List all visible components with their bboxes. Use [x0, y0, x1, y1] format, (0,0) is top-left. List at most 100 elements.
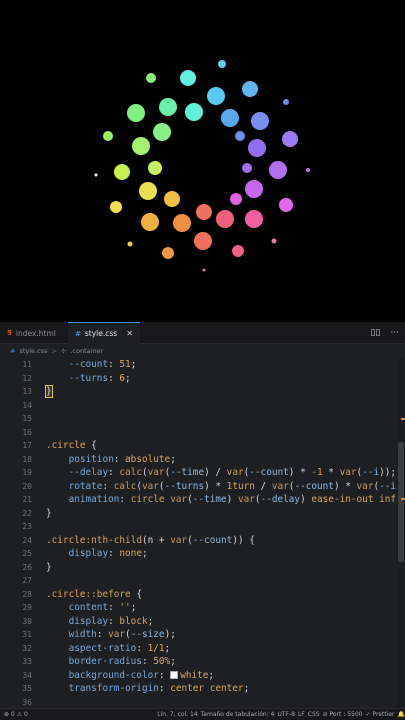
code-area[interactable]: 11 --count: 51; 12 --turns: 6; 13} 14 15 16 17… — [0, 358, 405, 708]
preview-dot — [245, 210, 263, 228]
code-line[interactable]: 13} — [0, 385, 405, 399]
code-token: none — [119, 548, 142, 559]
code-token: var — [170, 534, 188, 546]
code-line[interactable]: 19 --delay: calc(var(--time) / var(--cou… — [0, 466, 405, 480]
preview-canvas — [94, 60, 310, 272]
code-token: transform-origin — [68, 683, 159, 694]
line-text: --count: 51; — [46, 358, 137, 372]
code-token: : — [108, 359, 120, 370]
code-line[interactable]: 22} — [0, 507, 405, 521]
code-token: border-radius — [68, 656, 142, 667]
code-line[interactable]: 20 rotate: calc(var(--turns) * 1turn / v… — [0, 480, 405, 494]
code-token: rotate — [68, 480, 103, 492]
code-token: ; — [243, 683, 250, 694]
code-token: : — [108, 372, 120, 384]
code-line[interactable]: 14 — [0, 399, 405, 413]
prettier-status[interactable]: ✓ Prettier — [366, 711, 395, 718]
line-number: 14 — [22, 400, 32, 410]
code-line[interactable]: 18 position: absolute; — [0, 453, 405, 467]
line-number: 27 — [22, 576, 32, 585]
code-token: ::before — [85, 588, 131, 600]
code-token: : — [108, 467, 120, 478]
tab-index-html[interactable]: 5 index.html — [0, 322, 68, 344]
code-line[interactable]: 26} — [0, 561, 405, 575]
close-icon[interactable]: ✕ — [126, 329, 133, 338]
more-actions-icon[interactable]: ··· — [390, 328, 399, 338]
code-token: --time — [192, 494, 227, 505]
preview-dot — [251, 112, 269, 130]
bell-icon[interactable]: 🔔 — [398, 711, 405, 718]
line-number: 36 — [22, 697, 32, 707]
preview-dot — [218, 60, 226, 68]
split-editor-icon[interactable]: ▯▯ — [371, 328, 381, 338]
code-line[interactable]: 12 --turns: 6; — [0, 372, 405, 386]
tab-style-css[interactable]: # style.css ✕ — [68, 322, 140, 344]
line-number: 20 — [22, 481, 32, 491]
cursor-position[interactable]: Lín. 7, col. 14 — [157, 711, 197, 718]
code-token: calc — [119, 467, 142, 478]
code-line[interactable]: 32 aspect-ratio: 1/1; — [0, 642, 405, 656]
problems-indicator[interactable]: ⊗ 0 ⚠ 0 — [4, 711, 28, 718]
line-text: background-color: white; — [46, 669, 215, 683]
code-token: background-color — [68, 669, 159, 681]
vertical-scrollbar[interactable] — [397, 358, 405, 708]
color-swatch[interactable] — [170, 670, 179, 679]
selector-icon: ⊹ — [60, 347, 67, 355]
preview-dot — [164, 191, 180, 207]
code-token: ; — [208, 669, 215, 681]
language-mode[interactable]: CSS — [308, 711, 320, 718]
preview-dot — [180, 70, 196, 86]
preview-dot — [159, 98, 177, 116]
code-token: calc — [113, 480, 137, 492]
code-line[interactable]: 33 border-radius: 50%; — [0, 655, 405, 669]
line-number: 26 — [22, 562, 32, 572]
line-number: 34 — [22, 670, 32, 680]
live-server-port[interactable]: ⊘ Port : 5500 — [323, 711, 363, 718]
code-line[interactable]: 30 display: block; — [0, 615, 405, 629]
code-token: --turns — [68, 372, 109, 384]
code-token: var — [237, 494, 255, 505]
code-line[interactable]: 23 — [0, 520, 405, 534]
code-line[interactable]: 24 .circle:nth-child(n + var(--count)) { — [0, 534, 405, 548]
tab-size[interactable]: Tamaño de tabulación: 4 — [201, 711, 275, 718]
breadcrumb-file[interactable]: style.css — [19, 347, 47, 355]
code-token: .circle — [46, 534, 86, 546]
code-token: aspect-ratio — [68, 642, 137, 654]
code-line[interactable]: 28 .circle::before { — [0, 588, 405, 602]
code-token: ease-in-out infi — [311, 494, 402, 505]
code-token: absolute — [125, 453, 171, 465]
preview-dot — [242, 163, 252, 173]
code-line[interactable]: 31 width: var(--size); — [0, 628, 405, 642]
code-token: 50% — [153, 656, 171, 667]
breadcrumb-selector[interactable]: .container — [70, 347, 103, 355]
code-line[interactable]: 29 content: ''; — [0, 601, 405, 615]
code-line[interactable]: 25 display: none; — [0, 547, 405, 561]
code-token: ; — [141, 548, 148, 559]
code-line[interactable]: 21 animation: circle var(--time) var(--d… — [0, 493, 405, 507]
code-line[interactable]: 11 --count: 51; — [0, 358, 405, 372]
end-of-line[interactable]: LF — [298, 711, 305, 718]
code-line[interactable]: 27 — [0, 574, 405, 588]
line-number: 15 — [22, 414, 32, 423]
code-line[interactable]: 34 background-color: white; — [0, 669, 405, 683]
preview-dot — [221, 109, 239, 127]
code-line[interactable]: 35 transform-origin: center center; — [0, 682, 405, 696]
code-line[interactable]: 17 .circle { — [0, 439, 405, 453]
code-line[interactable]: 36 — [0, 696, 405, 709]
scrollbar-thumb[interactable] — [398, 442, 404, 562]
line-text: --turns: 6; — [46, 372, 131, 386]
code-line[interactable]: 15 — [0, 412, 405, 426]
code-token: width — [68, 629, 97, 640]
preview-dot — [235, 131, 245, 141]
code-editor: 5 index.html # style.css ✕ ▯▯ ··· # styl… — [0, 322, 405, 720]
line-text: --delay: calc(var(--time) / var(--count)… — [46, 466, 396, 480]
code-token: ) — [226, 494, 238, 505]
preview-dot — [279, 198, 293, 212]
code-line[interactable]: 16 — [0, 426, 405, 440]
encoding[interactable]: UTF-8 — [277, 711, 295, 718]
css-file-icon: # — [10, 347, 16, 355]
status-bar: ⊗ 0 ⚠ 0 Lín. 7, col. 14 Tamaño de tabula… — [0, 708, 405, 720]
